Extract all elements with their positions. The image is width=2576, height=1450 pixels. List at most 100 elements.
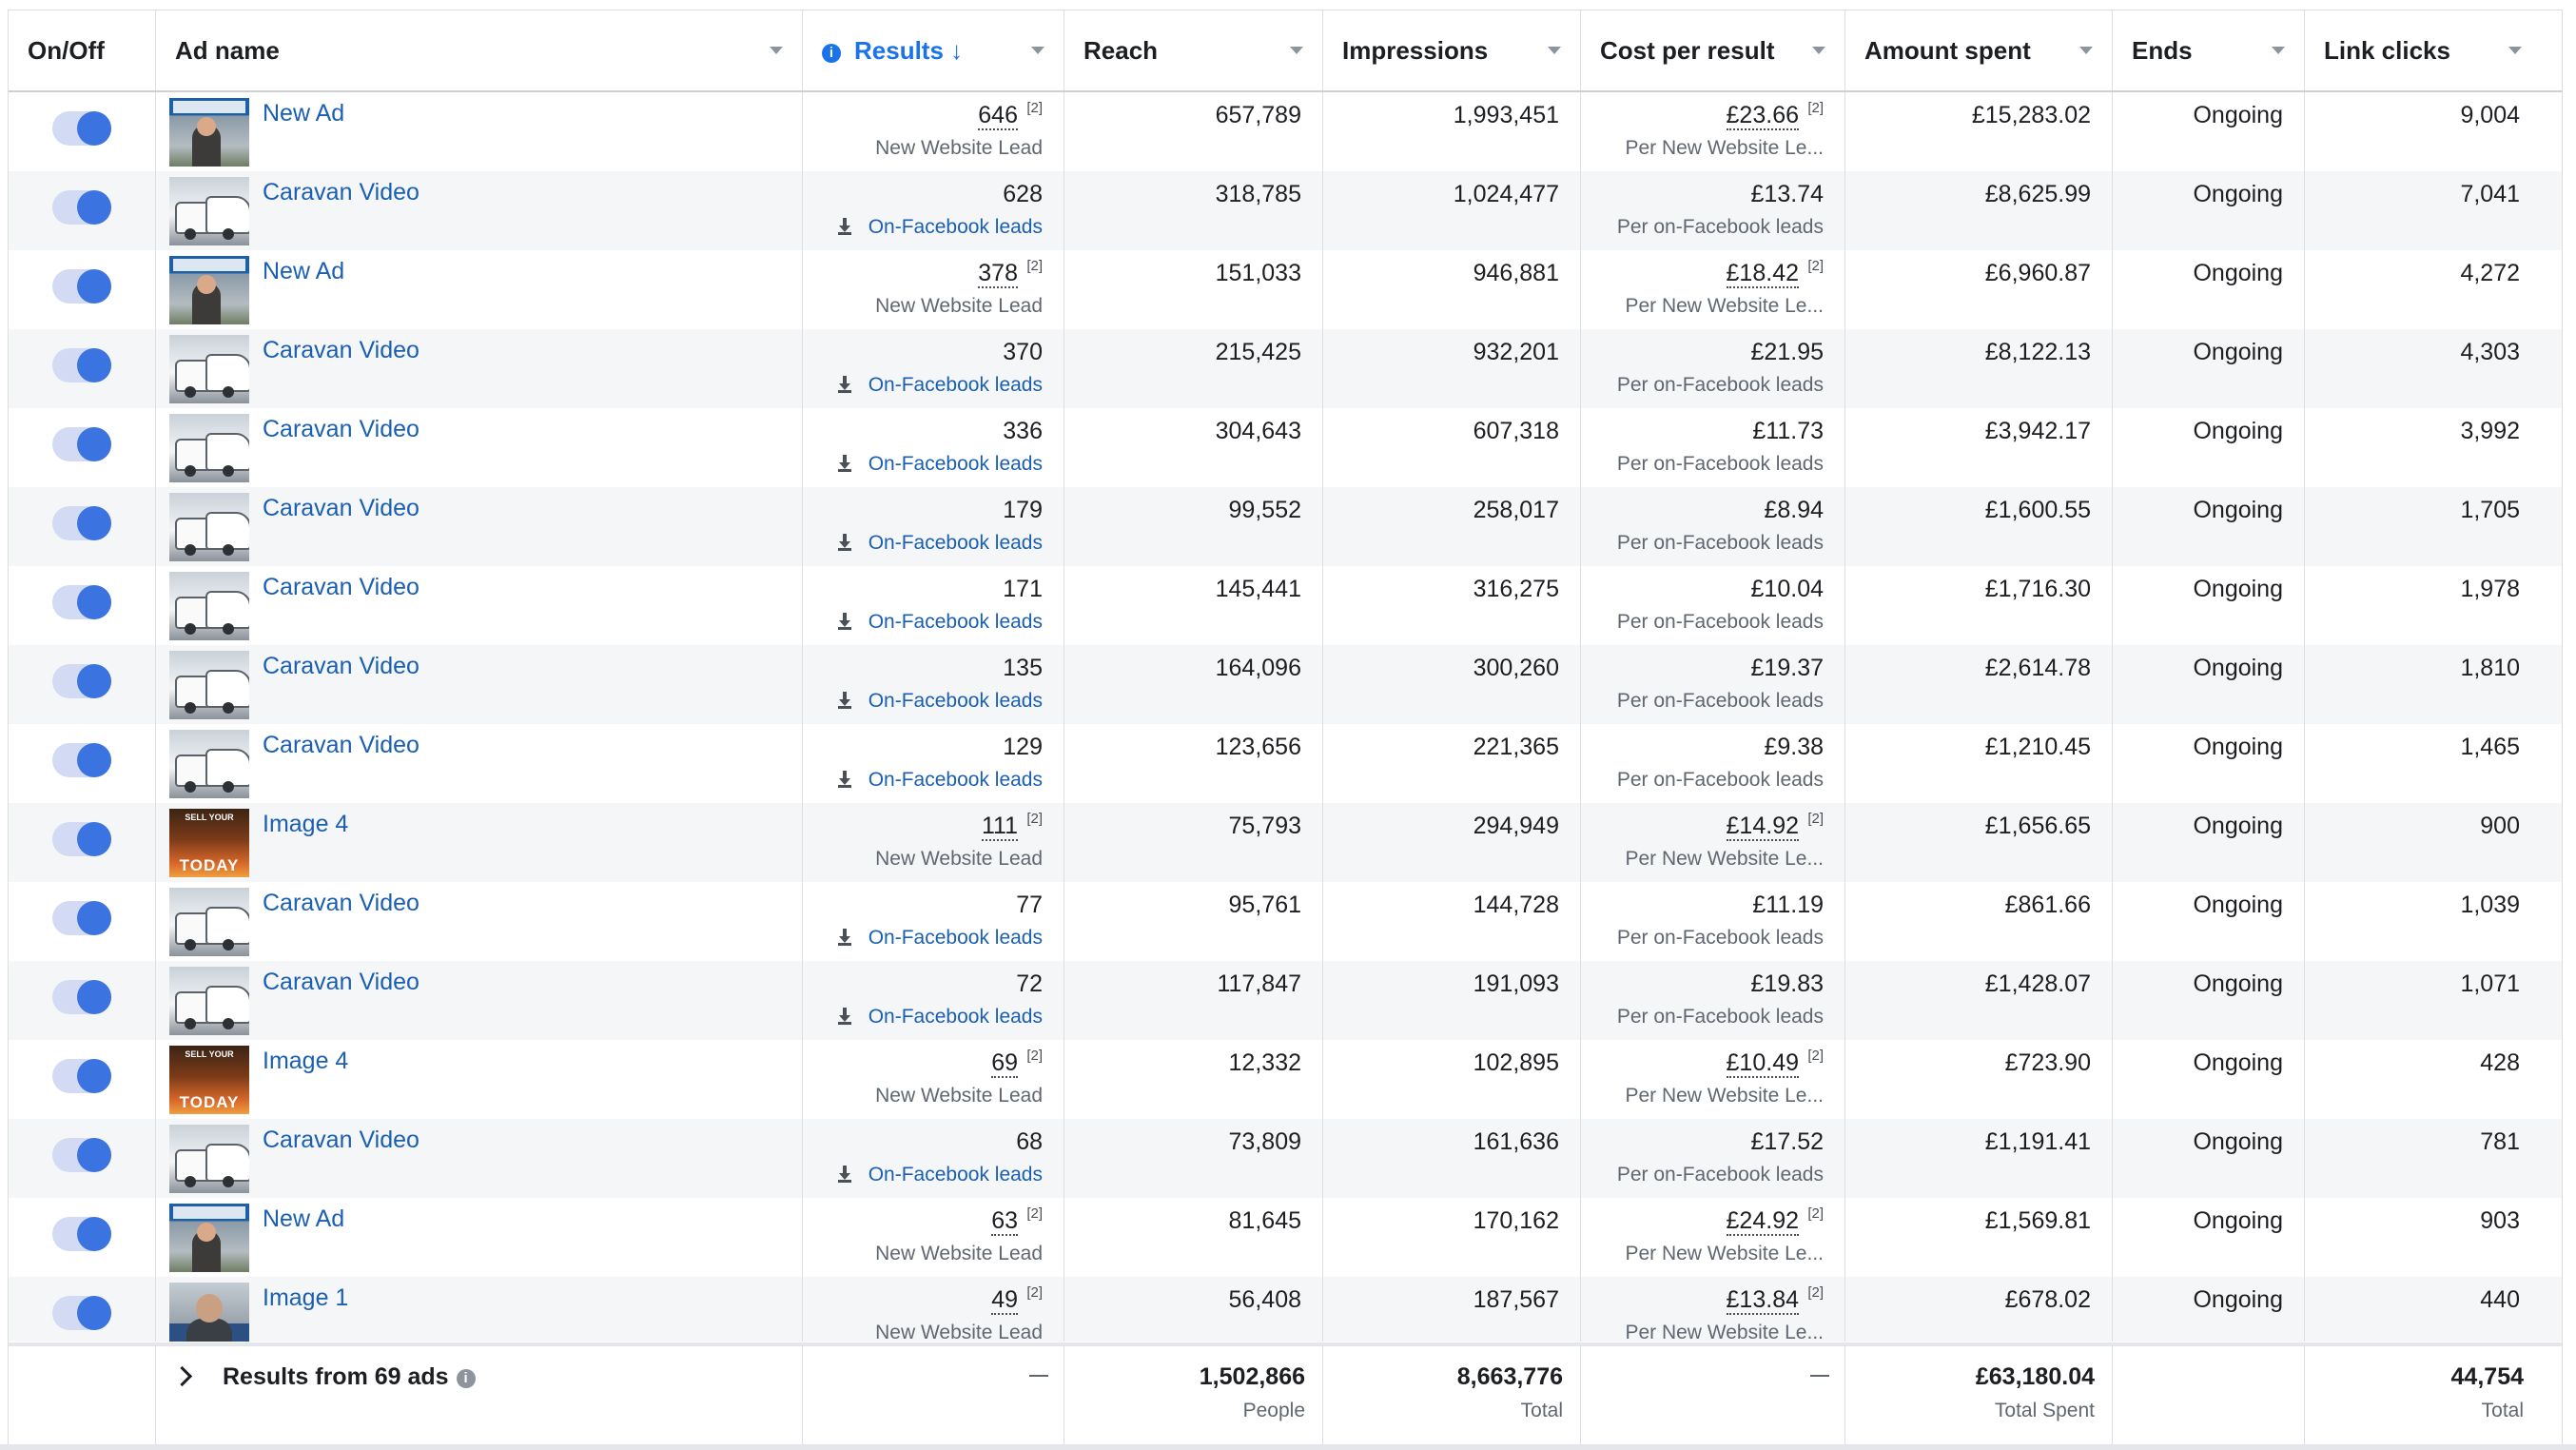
ad-thumbnail[interactable]	[169, 493, 249, 561]
table-row[interactable]: New Ad 63 [2] New Website Lead 81,645 170…	[9, 1198, 2562, 1277]
result-type-link[interactable]: On-Facebook leads	[837, 611, 1043, 634]
footer-summary[interactable]: Results from 69 ads i	[156, 1346, 803, 1445]
col-header-onoff[interactable]: On/Off	[9, 10, 156, 90]
ad-name-link[interactable]: New Ad	[263, 100, 344, 127]
col-header-amount-spent[interactable]: Amount spent	[1845, 10, 2113, 90]
horizontal-scrollbar[interactable]	[0, 1444, 2576, 1450]
col-header-results[interactable]: i Results ↓	[803, 10, 1064, 90]
table-row[interactable]: Caravan Video 68 On-Facebook leads 73,80…	[9, 1119, 2562, 1198]
ad-thumbnail[interactable]	[169, 414, 249, 482]
ad-thumbnail[interactable]	[169, 1283, 249, 1342]
table-row[interactable]: Caravan Video 129 On-Facebook leads 123,…	[9, 724, 2562, 803]
ad-name-link[interactable]: Caravan Video	[263, 653, 420, 680]
ad-name-link[interactable]: Caravan Video	[263, 890, 420, 917]
ad-toggle[interactable]	[52, 1217, 111, 1251]
result-type-link[interactable]: On-Facebook leads	[837, 216, 1043, 239]
table-row[interactable]: New Ad 378 [2] New Website Lead 151,033 9…	[9, 250, 2562, 329]
table-row[interactable]: Image 1 49 [2] New Website Lead 56,408 18…	[9, 1277, 2562, 1342]
chevron-right-icon[interactable]	[171, 1365, 193, 1387]
ad-name-link[interactable]: Caravan Video	[263, 732, 420, 759]
result-type-link[interactable]: On-Facebook leads	[837, 927, 1043, 950]
ad-thumbnail[interactable]	[169, 572, 249, 640]
sort-caret-icon[interactable]	[1548, 47, 1561, 54]
reach-cell: 56,408	[1064, 1277, 1323, 1342]
ad-toggle[interactable]	[52, 190, 111, 225]
ad-name-link[interactable]: Caravan Video	[263, 1127, 420, 1154]
result-type-link[interactable]: On-Facebook leads	[837, 1164, 1043, 1186]
col-header-cost-per-result[interactable]: Cost per result	[1581, 10, 1845, 90]
result-type-link[interactable]: On-Facebook leads	[837, 1006, 1043, 1029]
impressions-cell: 294,949	[1323, 803, 1581, 882]
table-row[interactable]: Caravan Video 72 On-Facebook leads 117,8…	[9, 961, 2562, 1040]
result-type-link[interactable]: On-Facebook leads	[837, 374, 1043, 397]
ad-thumbnail[interactable]	[169, 256, 249, 324]
ad-name-link[interactable]: Image 1	[263, 1284, 348, 1312]
sort-caret-icon[interactable]	[1290, 47, 1303, 54]
sort-caret-icon[interactable]	[1031, 47, 1044, 54]
ad-toggle[interactable]	[52, 664, 111, 698]
result-type-link[interactable]: On-Facebook leads	[837, 532, 1043, 555]
ad-toggle[interactable]	[52, 427, 111, 461]
ad-name-link[interactable]: Caravan Video	[263, 416, 420, 443]
ad-toggle[interactable]	[52, 506, 111, 540]
table-row[interactable]: Caravan Video 336 On-Facebook leads 304,…	[9, 408, 2562, 487]
col-header-ends[interactable]: Ends	[2113, 10, 2305, 90]
ad-name-link[interactable]: New Ad	[263, 1205, 344, 1233]
ad-toggle[interactable]	[52, 1296, 111, 1330]
sort-caret-icon[interactable]	[770, 47, 783, 54]
table-row[interactable]: SELL YOUR TODAY Image 4 69 [2] New Website…	[9, 1040, 2562, 1119]
link-clicks-cell: 428	[2480, 1049, 2520, 1076]
table-row[interactable]: Caravan Video 179 On-Facebook leads 99,5…	[9, 487, 2562, 566]
result-type-link[interactable]: On-Facebook leads	[837, 453, 1043, 476]
table-row[interactable]: Caravan Video 77 On-Facebook leads 95,76…	[9, 882, 2562, 961]
ad-toggle[interactable]	[52, 348, 111, 382]
ad-thumbnail[interactable]	[169, 651, 249, 719]
sort-caret-icon[interactable]	[2079, 47, 2093, 54]
col-header-link-clicks[interactable]: Link clicks	[2305, 10, 2541, 90]
table-row[interactable]: Caravan Video 135 On-Facebook leads 164,…	[9, 645, 2562, 724]
info-icon[interactable]: i	[822, 43, 841, 63]
ad-name-link[interactable]: Image 4	[263, 811, 348, 838]
ad-toggle[interactable]	[52, 111, 111, 146]
ad-name-link[interactable]: Caravan Video	[263, 179, 420, 206]
ad-thumbnail[interactable]	[169, 888, 249, 956]
result-type-link[interactable]: On-Facebook leads	[837, 769, 1043, 792]
ad-toggle[interactable]	[52, 1059, 111, 1093]
ad-thumbnail[interactable]	[169, 335, 249, 403]
ad-thumbnail[interactable]: SELL YOUR TODAY	[169, 1046, 249, 1114]
ad-thumbnail[interactable]	[169, 1204, 249, 1272]
ad-name-link[interactable]: Caravan Video	[263, 337, 420, 364]
table-row[interactable]: Caravan Video 370 On-Facebook leads 215,…	[9, 329, 2562, 408]
ad-toggle[interactable]	[52, 269, 111, 304]
sort-caret-icon[interactable]	[2272, 47, 2285, 54]
table-row[interactable]: Caravan Video 171 On-Facebook leads 145,…	[9, 566, 2562, 645]
sort-caret-icon[interactable]	[2508, 47, 2522, 54]
ad-thumbnail[interactable]	[169, 730, 249, 798]
ad-name-link[interactable]: Caravan Video	[263, 495, 420, 522]
ad-thumbnail[interactable]	[169, 177, 249, 245]
col-header-impressions[interactable]: Impressions	[1323, 10, 1581, 90]
info-icon[interactable]: i	[456, 1369, 476, 1388]
ad-thumbnail[interactable]	[169, 967, 249, 1035]
ad-thumbnail[interactable]	[169, 98, 249, 167]
ad-thumbnail[interactable]	[169, 1125, 249, 1193]
col-header-adname[interactable]: Ad name	[156, 10, 803, 90]
ad-thumbnail[interactable]: SELL YOUR TODAY	[169, 809, 249, 877]
table-row[interactable]: Caravan Video 628 On-Facebook leads 318,…	[9, 171, 2562, 250]
table-row[interactable]: SELL YOUR TODAY Image 4 111 [2] New Websit…	[9, 803, 2562, 882]
ad-name-link[interactable]: Image 4	[263, 1048, 348, 1075]
table-row[interactable]: New Ad 646 [2] New Website Lead 657,789 1…	[9, 92, 2562, 171]
ad-toggle[interactable]	[52, 585, 111, 619]
result-type-link[interactable]: On-Facebook leads	[837, 690, 1043, 713]
ad-toggle[interactable]	[52, 901, 111, 935]
ad-name-link[interactable]: New Ad	[263, 258, 344, 285]
ad-toggle[interactable]	[52, 822, 111, 856]
ad-toggle[interactable]	[52, 743, 111, 777]
ad-toggle[interactable]	[52, 1138, 111, 1172]
sort-caret-icon[interactable]	[1812, 47, 1825, 54]
ad-name-link[interactable]: Caravan Video	[263, 969, 420, 996]
ad-toggle[interactable]	[52, 980, 111, 1014]
results-cell: 336 On-Facebook leads	[803, 408, 1064, 487]
ad-name-link[interactable]: Caravan Video	[263, 574, 420, 601]
col-header-reach[interactable]: Reach	[1064, 10, 1323, 90]
